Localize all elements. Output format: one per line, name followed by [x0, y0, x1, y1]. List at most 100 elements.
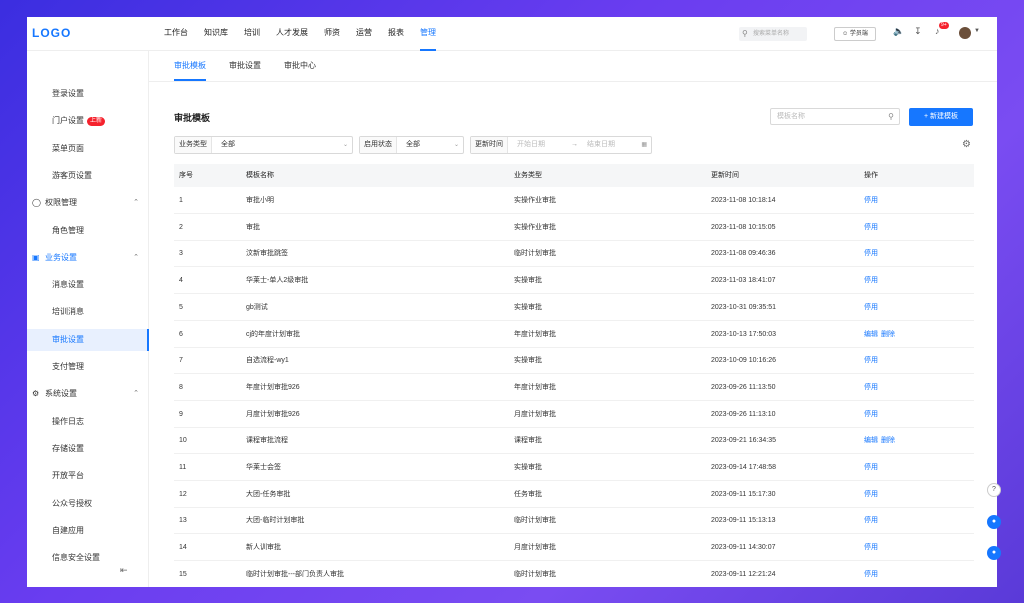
- action-link[interactable]: 停用: [864, 304, 878, 311]
- tab-1[interactable]: 审批设置: [229, 51, 261, 81]
- action-link[interactable]: 停用: [864, 544, 878, 551]
- sidebar: ⇤ 登录设置 门户设置 上新 菜单页面 游客页设置 ◯ 权限管理 ⌃ 角色管理 ▣ 业务设置 ⌃ 消息设…: [27, 51, 149, 587]
- table-row: 6 cj的年度计划审批 年度计划审批 2023-10-13 17:50:03 编辑 删除: [174, 321, 974, 348]
- chevron-up-icon: ⌃: [133, 253, 139, 261]
- sidebar-item-5[interactable]: 角色管理: [27, 220, 149, 242]
- cell-name: 课程审批流程: [246, 437, 288, 445]
- help-icon[interactable]: ?: [987, 483, 1001, 497]
- divider: [149, 81, 997, 82]
- sidebar-item-15[interactable]: 公众号授权: [27, 493, 149, 515]
- cell-type: 实操审批: [514, 464, 542, 471]
- cell-actions: 停用: [864, 294, 881, 321]
- tab-2[interactable]: 审批中心: [284, 51, 316, 81]
- cell-name: 临时计划审批---部门负责人审批: [246, 570, 344, 578]
- chat-icon[interactable]: ●: [987, 515, 1001, 529]
- sidebar-item-0[interactable]: 登录设置: [27, 83, 149, 105]
- action-link[interactable]: 编辑: [864, 331, 878, 338]
- table-row: 3 汶新审批跳签 临时计划审批 2023-11-08 09:46:36 停用: [174, 240, 974, 268]
- cell-type: 实操审批: [514, 303, 542, 311]
- nav-item-1[interactable]: 知识库: [204, 17, 228, 51]
- sidebar-item-3[interactable]: 游客页设置: [27, 165, 149, 187]
- new-template-button[interactable]: + 新建模板: [909, 108, 973, 126]
- cell-actions: 停用: [864, 507, 881, 534]
- action-link[interactable]: 编辑: [864, 437, 878, 444]
- sidebar-item-label: 支付管理: [52, 362, 84, 371]
- cell-name: gb测试: [246, 303, 268, 311]
- notification-badge: 9+: [939, 22, 949, 29]
- avatar[interactable]: [959, 27, 971, 39]
- sidebar-item-7[interactable]: 消息设置: [27, 274, 149, 296]
- sidebar-item-4[interactable]: ◯ 权限管理 ⌃: [27, 192, 149, 214]
- sidebar-item-16[interactable]: 自建应用: [27, 520, 149, 542]
- action-link[interactable]: 停用: [864, 464, 878, 471]
- action-link[interactable]: 删除: [881, 437, 895, 444]
- cell-actions: 停用: [864, 534, 881, 561]
- group-icon: ⚙: [32, 389, 40, 399]
- nav-item-5[interactable]: 运营: [356, 17, 372, 51]
- cell-type: 课程审批: [514, 437, 542, 445]
- enable-status-select[interactable]: 启用状态 全部 ⌄: [359, 136, 464, 154]
- cell-time: 2023-09-14 17:48:58: [711, 464, 776, 471]
- cell-no: 7: [179, 357, 183, 365]
- business-type-select[interactable]: 业务类型 全部 ⌄: [174, 136, 353, 154]
- nav-item-4[interactable]: 师资: [324, 17, 340, 51]
- sidebar-item-11[interactable]: ⚙ 系统设置 ⌃: [27, 383, 149, 405]
- sidebar-item-14[interactable]: 开放平台: [27, 465, 149, 487]
- cell-time: 2023-10-31 09:35:51: [711, 303, 776, 311]
- cell-name: 汶新审批跳签: [246, 250, 288, 258]
- chevron-down-icon[interactable]: ▼: [974, 28, 980, 34]
- sidebar-item-8[interactable]: 培训消息: [27, 301, 149, 323]
- sidebar-item-9[interactable]: 审批设置: [27, 328, 149, 351]
- nav-item-7[interactable]: 管理: [420, 17, 436, 51]
- action-link[interactable]: 停用: [864, 517, 878, 524]
- template-name-search-input[interactable]: 模板名称 ⚲: [770, 108, 900, 125]
- nav-item-6[interactable]: 报表: [388, 17, 404, 51]
- nav-item-3[interactable]: 人才发展: [276, 17, 308, 51]
- cell-time: 2023-10-13 17:50:03: [711, 330, 776, 338]
- action-link[interactable]: 停用: [864, 384, 878, 391]
- cell-time: 2023-11-08 10:15:05: [711, 223, 776, 231]
- sidebar-item-label: 门户设置: [52, 116, 84, 126]
- action-link[interactable]: 停用: [864, 571, 878, 578]
- cell-actions: 编辑 删除: [864, 321, 898, 348]
- sidebar-item-2[interactable]: 菜单页面: [27, 138, 149, 160]
- student-side-button[interactable]: ☺ 学员端: [834, 27, 876, 41]
- action-link[interactable]: 停用: [864, 357, 878, 364]
- sidebar-item-13[interactable]: 存储设置: [27, 438, 149, 460]
- sidebar-item-1[interactable]: 门户设置 上新: [27, 110, 149, 132]
- cell-type: 任务审批: [514, 490, 542, 498]
- sidebar-item-6[interactable]: ▣ 业务设置 ⌃: [27, 247, 149, 269]
- action-link[interactable]: 停用: [864, 250, 878, 257]
- speaker-icon[interactable]: 🔈: [893, 26, 904, 37]
- tab-0[interactable]: 审批模板: [174, 51, 206, 81]
- cell-type: 临时计划审批: [514, 570, 556, 578]
- action-link[interactable]: 停用: [864, 491, 878, 498]
- nav-item-0[interactable]: 工作台: [164, 17, 188, 51]
- sidebar-item-17[interactable]: 信息安全设置: [27, 547, 149, 569]
- cell-time: 2023-09-26 11:13:10: [711, 410, 776, 418]
- action-link[interactable]: 停用: [864, 411, 878, 418]
- sidebar-item-12[interactable]: 操作日志: [27, 411, 149, 433]
- cell-no: 12: [179, 490, 187, 498]
- sidebar-item-10[interactable]: 支付管理: [27, 356, 149, 378]
- start-date-input[interactable]: 开始日期: [517, 137, 545, 153]
- nav-item-2[interactable]: 培训: [244, 17, 260, 51]
- action-link[interactable]: 停用: [864, 277, 878, 284]
- cell-name: 新人训审批: [246, 544, 281, 552]
- action-link[interactable]: 删除: [881, 331, 895, 338]
- gear-icon[interactable]: ⚙: [962, 139, 971, 150]
- action-link[interactable]: 停用: [864, 197, 878, 204]
- action-link[interactable]: 停用: [864, 224, 878, 231]
- service-icon[interactable]: ●: [987, 546, 1001, 560]
- sidebar-item-label: 菜单页面: [52, 143, 84, 153]
- top-navbar: LOGO 工作台 知识库 培训 人才发展 师资 运营 报表 管理 ⚲ 搜索菜单名称 ☺ 学员端…: [27, 17, 997, 51]
- calendar-icon[interactable]: ▦: [641, 137, 647, 153]
- end-date-input[interactable]: 结束日期: [587, 137, 615, 153]
- menu-search-input[interactable]: ⚲ 搜索菜单名称: [739, 27, 807, 41]
- cell-actions: 停用: [864, 214, 881, 241]
- update-time-range[interactable]: 更新时间 开始日期 → 结束日期 ▦: [470, 136, 652, 154]
- cell-type: 月度计划审批: [514, 544, 556, 552]
- cell-type: 实操审批: [514, 357, 542, 365]
- download-icon[interactable]: ↧: [914, 26, 922, 37]
- table-row: 5 gb测试 实操审批 2023-10-31 09:35:51 停用: [174, 294, 974, 321]
